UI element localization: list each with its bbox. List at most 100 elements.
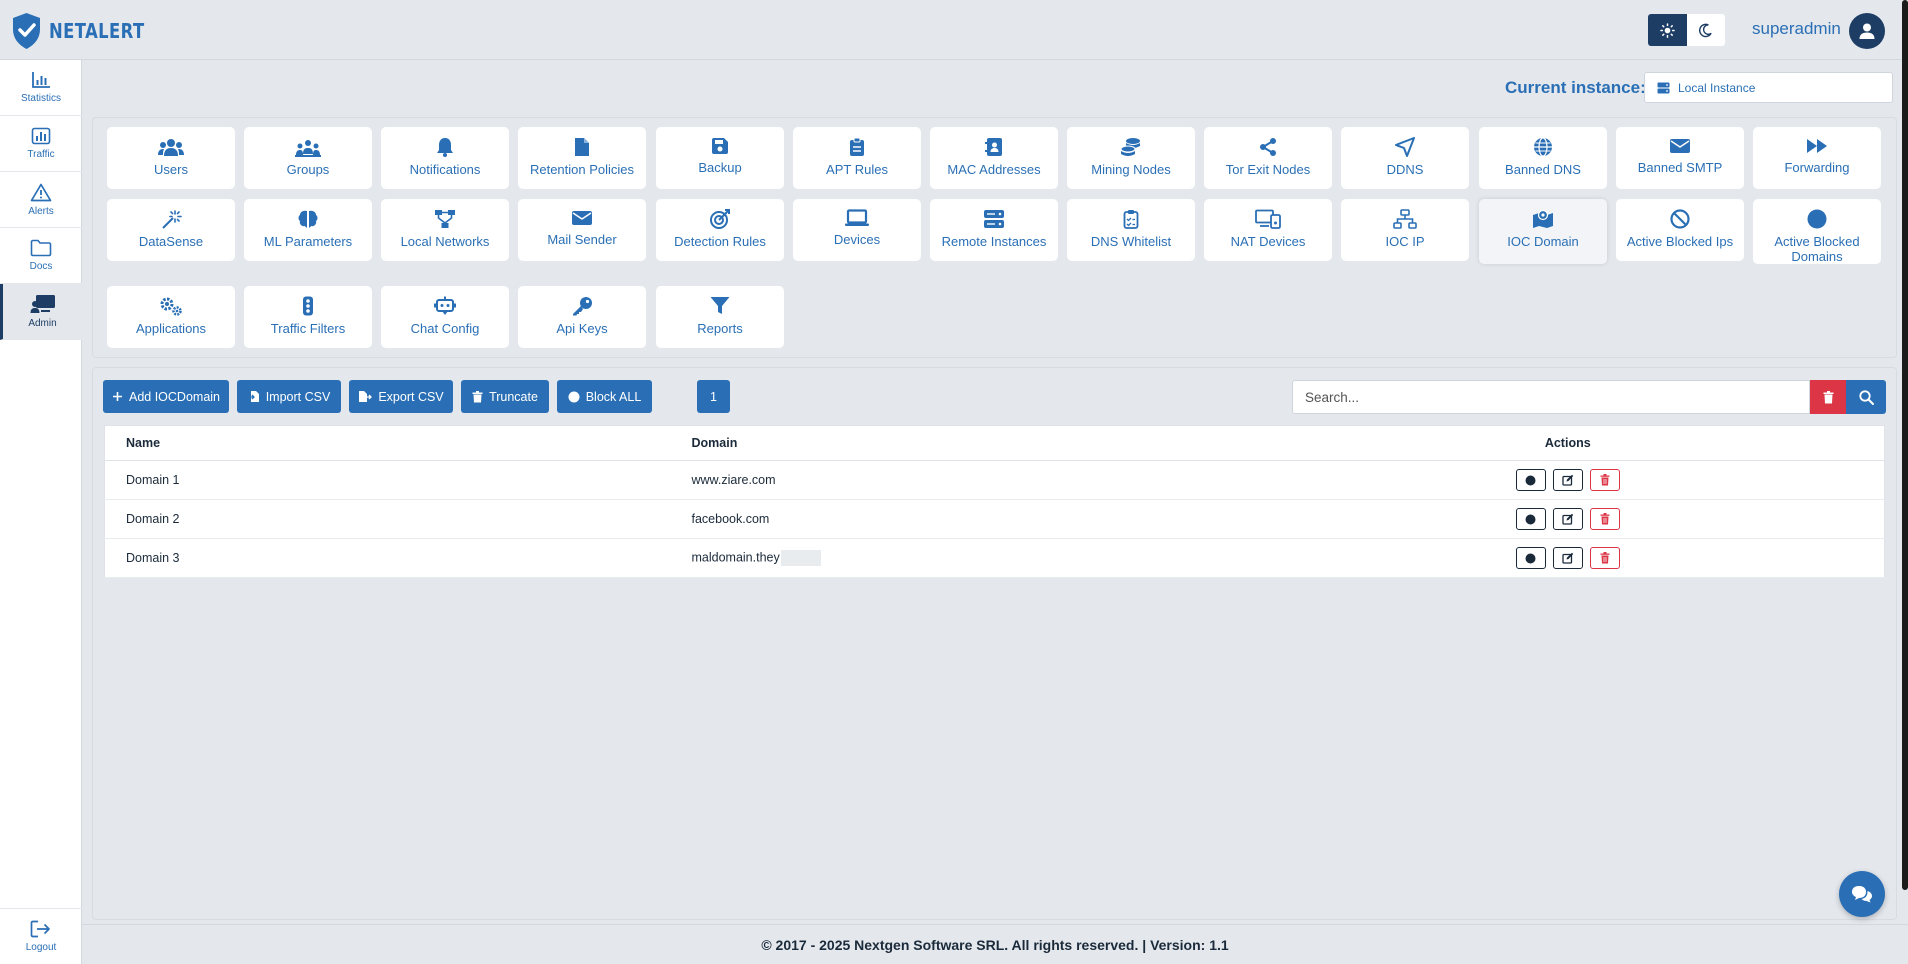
tile-applications[interactable]: Applications — [107, 286, 235, 348]
robot-icon — [434, 296, 456, 315]
import-csv-button[interactable]: Import CSV — [237, 380, 341, 413]
table-row: Domain 3 maldomain.they — [104, 538, 1885, 578]
tile-label: Reports — [697, 321, 743, 336]
tile-traffic-filters[interactable]: Traffic Filters — [244, 286, 372, 348]
tile-detection-rules[interactable]: Detection Rules — [656, 199, 784, 261]
sidebar-item-statistics[interactable]: Statistics — [0, 60, 82, 116]
edit-button[interactable] — [1552, 469, 1583, 491]
tile-label: Banned DNS — [1505, 162, 1581, 177]
edit-button[interactable] — [1552, 508, 1583, 530]
tile-active-blocked-ips[interactable]: Active Blocked Ips — [1616, 199, 1744, 261]
trash-icon — [1600, 513, 1610, 525]
sidebar-item-docs[interactable]: Docs — [0, 228, 82, 284]
tile-mining-nodes[interactable]: Mining Nodes — [1067, 127, 1195, 189]
user-avatar[interactable] — [1849, 13, 1885, 49]
light-theme-button[interactable] — [1648, 14, 1687, 46]
sidebar-item-logout[interactable]: Logout — [0, 908, 82, 964]
column-header-name[interactable]: Name — [104, 425, 692, 461]
tile-datasense[interactable]: DataSense — [107, 199, 235, 261]
tile-apt-rules[interactable]: APT Rules — [793, 127, 921, 189]
block-button[interactable] — [1515, 508, 1546, 530]
block-all-button[interactable]: Block ALL — [557, 380, 652, 413]
button-label: Import CSV — [265, 389, 331, 404]
trash-icon — [1600, 474, 1610, 486]
column-header-domain[interactable]: Domain — [691, 425, 1252, 461]
circle-icon — [1525, 553, 1536, 563]
footer: © 2017 - 2025 Nextgen Software SRL. All … — [82, 924, 1908, 964]
brand-logo[interactable]: NETALERT — [10, 12, 166, 50]
cell-actions — [1251, 538, 1885, 578]
dark-theme-button[interactable] — [1686, 14, 1725, 46]
traffic-light-icon — [303, 296, 313, 316]
tile-ddns[interactable]: DDNS — [1341, 127, 1469, 189]
tile-nat-devices[interactable]: NAT Devices — [1204, 199, 1332, 261]
search-input[interactable] — [1292, 380, 1810, 414]
cell-domain: www.ziare.com — [691, 460, 1252, 500]
tile-remote-instances[interactable]: Remote Instances — [930, 199, 1058, 261]
column-header-actions: Actions — [1251, 425, 1885, 461]
page-scrollbar[interactable] — [1902, 0, 1908, 890]
sidebar-item-label: Statistics — [20, 93, 61, 104]
tile-notifications[interactable]: Notifications — [381, 127, 509, 189]
tile-label: Forwarding — [1784, 160, 1850, 175]
circle-icon — [1525, 514, 1536, 524]
footer-copyright: © 2017 - 2025 Nextgen Software SRL. All … — [761, 937, 1229, 953]
delete-button[interactable] — [1589, 508, 1620, 530]
tile-banned-smtp[interactable]: Banned SMTP — [1616, 127, 1744, 189]
sidebar-item-traffic[interactable]: Traffic — [0, 116, 82, 172]
edit-button[interactable] — [1552, 547, 1583, 569]
add-iocdomain-button[interactable]: Add IOCDomain — [103, 380, 229, 413]
chat-button[interactable] — [1839, 871, 1885, 917]
redacted-block — [780, 550, 821, 566]
tile-devices[interactable]: Devices — [793, 199, 921, 261]
tile-mac-addresses[interactable]: MAC Addresses — [930, 127, 1058, 189]
sidebar-item-alerts[interactable]: Alerts — [0, 172, 82, 228]
tile-retention-policies[interactable]: Retention Policies — [518, 127, 646, 189]
tile-label: Devices — [833, 232, 881, 247]
cell-actions — [1251, 460, 1885, 500]
file-export-icon — [359, 391, 373, 402]
tile-label: IOC IP — [1385, 234, 1425, 249]
tile-ioc-ip[interactable]: IOC IP — [1341, 199, 1469, 261]
tile-api-keys[interactable]: Api Keys — [518, 286, 646, 348]
coins-icon — [1120, 138, 1140, 156]
pagination-page-1[interactable]: 1 — [697, 380, 730, 413]
instance-select[interactable]: Local Instance — [1644, 72, 1893, 103]
tile-label: Mining Nodes — [1091, 162, 1171, 177]
instance-select-value: Local Instance — [1678, 80, 1756, 95]
tile-groups[interactable]: Groups — [244, 127, 372, 189]
block-button[interactable] — [1515, 547, 1546, 569]
tile-tor-exit-nodes[interactable]: Tor Exit Nodes — [1204, 127, 1332, 189]
sidebar-item-admin[interactable]: Admin — [0, 284, 82, 340]
circle-icon — [1525, 475, 1536, 485]
tile-ml-parameters[interactable]: ML Parameters — [244, 199, 372, 261]
delete-button[interactable] — [1589, 469, 1620, 491]
cell-name: Domain 1 — [104, 460, 692, 500]
tile-banned-dns[interactable]: Banned DNS — [1479, 127, 1607, 189]
export-csv-button[interactable]: Export CSV — [349, 380, 453, 413]
tile-chat-config[interactable]: Chat Config — [381, 286, 509, 348]
sidebar-item-label: Docs — [29, 261, 53, 272]
traffic-chart-icon — [31, 127, 51, 145]
fast-forward-icon — [1807, 139, 1827, 153]
search-button[interactable] — [1846, 380, 1886, 414]
block-button[interactable] — [1515, 469, 1546, 491]
tile-ioc-domain[interactable]: IOC Domain — [1479, 199, 1607, 264]
clear-search-button[interactable] — [1810, 380, 1846, 414]
delete-button[interactable] — [1589, 547, 1620, 569]
button-label: Truncate — [489, 389, 538, 404]
tile-local-networks[interactable]: Local Networks — [381, 199, 509, 261]
tile-mail-sender[interactable]: Mail Sender — [518, 199, 646, 261]
user-name[interactable]: superadmin — [1752, 19, 1841, 39]
server-icon — [1657, 82, 1670, 93]
tile-active-blocked-domains[interactable]: Active Blocked Domains — [1753, 199, 1881, 264]
tile-backup[interactable]: Backup — [656, 127, 784, 189]
theme-toggle[interactable] — [1648, 14, 1725, 46]
sidebar: Statistics Traffic Alerts Docs Admin Log… — [0, 60, 82, 964]
tile-dns-whitelist[interactable]: DNS Whitelist — [1067, 199, 1195, 261]
tile-forwarding[interactable]: Forwarding — [1753, 127, 1881, 189]
tile-users[interactable]: Users — [107, 127, 235, 189]
tile-reports[interactable]: Reports — [656, 286, 784, 348]
truncate-button[interactable]: Truncate — [461, 380, 549, 413]
sidebar-item-label: Admin — [28, 318, 57, 329]
